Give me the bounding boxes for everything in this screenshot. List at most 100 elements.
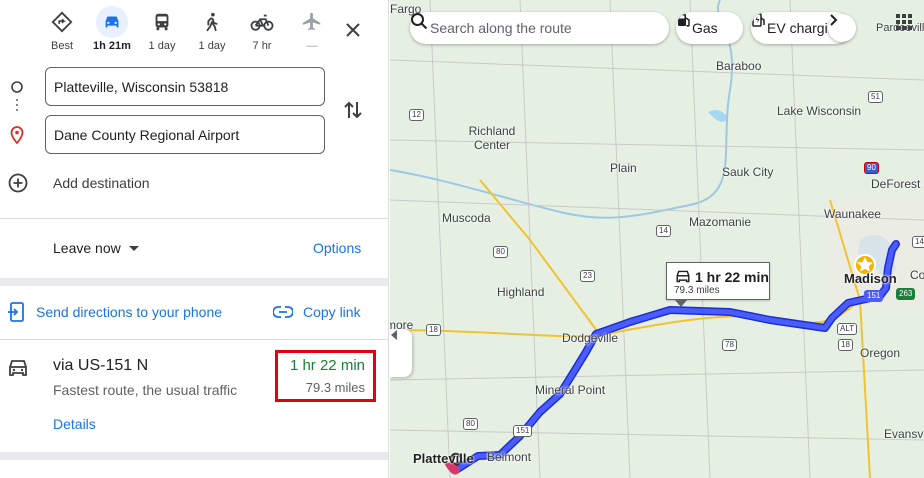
route-shield: 18 <box>838 339 853 351</box>
route-option-card[interactable]: via US-151 N Fastest route, the usual tr… <box>0 341 388 449</box>
ev-station-icon <box>752 13 765 27</box>
copy-link-label: Copy link <box>303 304 361 320</box>
map-canvas[interactable]: Fargo Pardeeville Baraboo Lake Wisconsin… <box>390 0 924 478</box>
mode-walking[interactable]: 1 day <box>187 6 237 56</box>
town-richland-center: Richland Center <box>468 124 516 152</box>
mode-transit[interactable]: 1 day <box>137 6 187 56</box>
divider <box>0 339 388 340</box>
bike-icon <box>246 6 278 38</box>
town-dodgeville: Dodgeville <box>562 331 619 345</box>
lake-wisconsin-water <box>708 110 728 122</box>
route-dots-icon <box>15 99 19 113</box>
gas-chip[interactable]: Gas <box>676 12 743 44</box>
search-icon <box>411 13 428 30</box>
town-muscoda: Muscoda <box>442 211 491 225</box>
section-divider <box>0 278 388 286</box>
route-shield: ALT <box>837 323 858 335</box>
mode-transit-label: 1 day <box>148 40 176 52</box>
route-shield: 23 <box>580 270 595 282</box>
town-oregon: Oregon <box>860 346 901 360</box>
gas-pump-icon <box>678 14 690 27</box>
route-shield: 51 <box>868 91 883 103</box>
link-icon <box>273 306 293 318</box>
town-highland: Highland <box>497 285 545 299</box>
mode-best[interactable]: Best <box>37 6 87 56</box>
swap-locations-button[interactable] <box>340 97 366 123</box>
diamond-directions-icon <box>46 6 78 38</box>
leave-now-dropdown[interactable]: Leave now <box>53 240 139 256</box>
town-co: Co <box>910 268 924 282</box>
add-destination-button[interactable]: Add destination <box>0 168 388 199</box>
route-shield: 151 <box>864 290 884 302</box>
route-time-bubble[interactable]: 1 hr 22 min 79.3 miles <box>666 262 770 307</box>
section-divider <box>0 452 388 460</box>
route-shield: 80 <box>493 246 508 258</box>
route-description: Fastest route, the usual traffic <box>53 382 238 398</box>
search-placeholder: Search along the route <box>430 20 572 36</box>
route-summary-highlight: 1 hr 22 min 79.3 miles <box>275 350 376 402</box>
bus-icon <box>146 6 178 38</box>
town-sauk-city: Sauk City <box>722 165 774 179</box>
town-platteville: Platteville <box>413 451 474 466</box>
map-graphics <box>390 0 924 478</box>
caret-left-icon <box>391 330 397 340</box>
route-shield: 78 <box>722 339 737 351</box>
car-icon <box>96 6 128 38</box>
route-shield: 151 <box>513 425 533 437</box>
mode-walking-label: 1 day <box>198 40 226 52</box>
send-to-device-icon <box>8 302 24 322</box>
add-destination-label: Add destination <box>53 175 150 191</box>
mode-driving[interactable]: 1h 21m <box>87 6 137 56</box>
options-link[interactable]: Options <box>313 240 361 256</box>
swap-arrows-icon <box>344 101 362 119</box>
bubble-distance: 79.3 miles <box>674 285 720 296</box>
google-apps-button[interactable] <box>894 12 914 32</box>
apps-grid-icon <box>896 14 912 30</box>
caret-down-icon <box>128 245 139 251</box>
mode-flights[interactable]: — <box>287 6 337 56</box>
interstate-shield: 90 <box>864 162 879 174</box>
bubble-duration: 1 hr 22 min <box>695 269 769 285</box>
town-plain: Plain <box>610 161 637 175</box>
route-shield: 18 <box>426 324 441 336</box>
route-shield: 14 <box>912 236 924 248</box>
town-deforest: DeForest <box>871 177 921 191</box>
town-evansv: Evansv <box>884 427 924 441</box>
town-baraboo: Baraboo <box>716 59 762 73</box>
travel-mode-bar: Best 1h 21m 1 day 1 day 7 hr — <box>0 6 388 56</box>
add-circle-icon <box>7 172 29 199</box>
town-mineral-point: Mineral Point <box>535 383 606 397</box>
route-via-label: via US-151 N <box>53 357 149 374</box>
search-along-route-input[interactable]: Search along the route <box>410 12 669 44</box>
destination-input[interactable] <box>45 115 325 154</box>
close-icon <box>346 23 360 37</box>
close-directions-button[interactable] <box>341 18 365 42</box>
gas-chip-label: Gas <box>692 20 718 36</box>
route-shield: 14 <box>656 225 671 237</box>
chips-scroll-right-button[interactable] <box>828 14 856 42</box>
mode-driving-label: 1h 21m <box>93 40 131 52</box>
divider <box>0 218 388 219</box>
route-shield: 263 <box>896 288 916 300</box>
copy-link-button[interactable]: Copy link <box>273 302 361 322</box>
mode-flights-label: — <box>306 40 318 52</box>
mode-cycling-label: 7 hr <box>252 40 272 52</box>
mode-cycling[interactable]: 7 hr <box>237 6 287 56</box>
route-duration: 1 hr 22 min <box>289 357 365 374</box>
origin-input[interactable] <box>45 67 325 106</box>
car-icon <box>7 359 29 382</box>
plane-icon <box>296 6 328 38</box>
town-mazomanie: Mazomanie <box>689 215 752 229</box>
town-belmont: Belmont <box>487 450 532 464</box>
send-to-phone-button[interactable]: Send directions to your phone <box>8 302 222 322</box>
town-madison: Madison <box>844 271 897 286</box>
destination-pin-icon <box>9 126 25 144</box>
walk-icon <box>196 6 228 38</box>
directions-panel: Best 1h 21m 1 day 1 day 7 hr — Plattevil… <box>0 0 389 478</box>
collapse-panel-button[interactable] <box>390 329 412 377</box>
route-details-link[interactable]: Details <box>53 416 96 432</box>
mode-best-label: Best <box>50 40 73 52</box>
town-lake-wisconsin: Lake Wisconsin <box>777 104 862 118</box>
origin-circle-icon <box>9 79 25 95</box>
send-to-phone-label: Send directions to your phone <box>36 304 223 320</box>
